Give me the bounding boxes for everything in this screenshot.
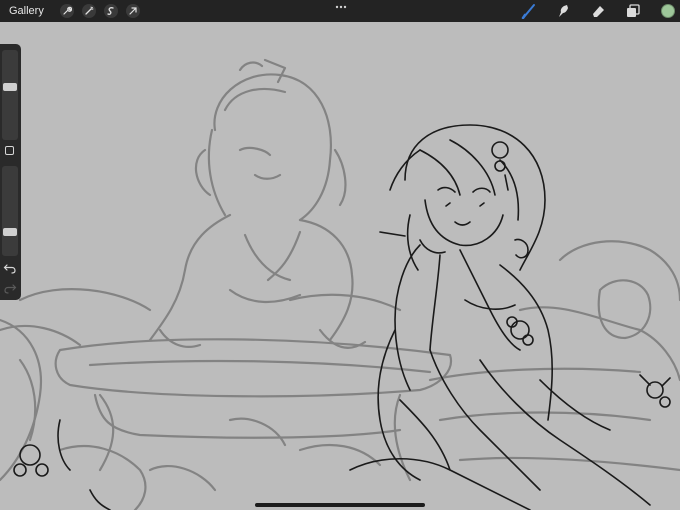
- brush-icon[interactable]: [521, 3, 537, 19]
- modify-square-icon[interactable]: [5, 146, 14, 155]
- transform-arrow-icon[interactable]: [125, 4, 140, 18]
- top-toolbar: Gallery: [0, 0, 680, 22]
- color-swatch[interactable]: [661, 4, 675, 18]
- layers-icon[interactable]: [625, 3, 641, 19]
- brush-size-slider[interactable]: [2, 50, 18, 140]
- eraser-icon[interactable]: [590, 3, 606, 19]
- smudge-icon[interactable]: [555, 3, 571, 19]
- drawing-canvas[interactable]: [0, 0, 680, 510]
- home-indicator: [255, 503, 425, 507]
- wrench-icon[interactable]: [59, 4, 74, 18]
- left-sidebar: [0, 44, 21, 300]
- redo-icon[interactable]: [3, 282, 17, 294]
- opacity-thumb[interactable]: [3, 227, 17, 236]
- selection-icon[interactable]: [103, 4, 118, 18]
- gallery-button[interactable]: Gallery: [9, 5, 44, 17]
- undo-icon[interactable]: [3, 262, 17, 274]
- opacity-slider[interactable]: [2, 166, 18, 256]
- more-options-icon[interactable]: [334, 3, 348, 11]
- magic-wand-icon[interactable]: [81, 4, 96, 18]
- brush-size-thumb[interactable]: [3, 82, 17, 91]
